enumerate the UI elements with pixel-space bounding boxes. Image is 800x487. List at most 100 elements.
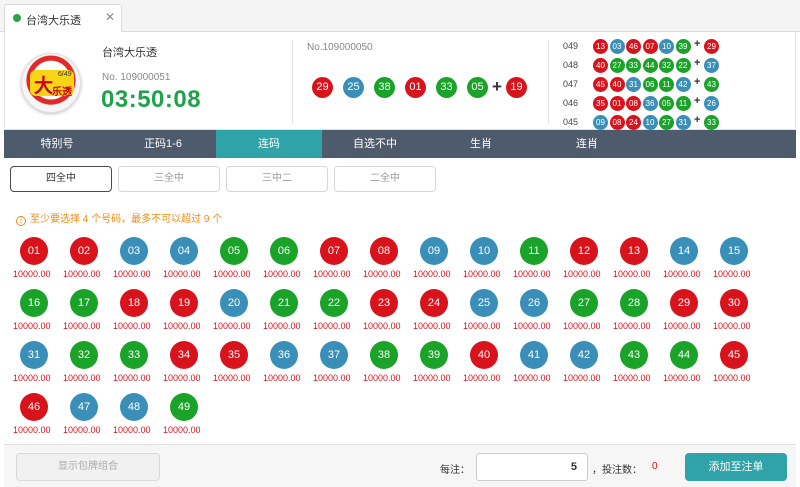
nav-tab[interactable]: 生肖 [428, 130, 534, 158]
number-ball[interactable]: 46 [20, 393, 48, 421]
number-ball[interactable]: 32 [70, 341, 98, 369]
number-cell[interactable]: 07 10000.00 [311, 237, 359, 285]
number-cell[interactable]: 38 10000.00 [361, 341, 409, 389]
sub-tab[interactable]: 四全中 [10, 166, 112, 192]
number-ball[interactable]: 26 [520, 289, 548, 317]
number-cell[interactable]: 03 10000.00 [111, 237, 159, 285]
number-ball[interactable]: 36 [270, 341, 298, 369]
number-ball[interactable]: 42 [570, 341, 598, 369]
number-cell[interactable]: 26 10000.00 [511, 289, 559, 337]
number-cell[interactable]: 33 10000.00 [111, 341, 159, 389]
number-cell[interactable]: 18 10000.00 [111, 289, 159, 337]
number-ball[interactable]: 09 [420, 237, 448, 265]
sub-tab[interactable]: 二全中 [334, 166, 436, 192]
number-ball[interactable]: 19 [170, 289, 198, 317]
number-ball[interactable]: 48 [120, 393, 148, 421]
number-cell[interactable]: 39 10000.00 [411, 341, 459, 389]
number-cell[interactable]: 31 10000.00 [11, 341, 59, 389]
number-ball[interactable]: 15 [720, 237, 748, 265]
number-cell[interactable]: 34 10000.00 [161, 341, 209, 389]
number-cell[interactable]: 48 10000.00 [111, 393, 159, 441]
number-ball[interactable]: 13 [620, 237, 648, 265]
number-ball[interactable]: 45 [720, 341, 748, 369]
number-ball[interactable]: 30 [720, 289, 748, 317]
number-ball[interactable]: 35 [220, 341, 248, 369]
number-cell[interactable]: 43 10000.00 [611, 341, 659, 389]
number-cell[interactable]: 01 10000.00 [11, 237, 59, 285]
nav-tab[interactable]: 特别号 [4, 130, 110, 158]
number-cell[interactable]: 19 10000.00 [161, 289, 209, 337]
number-cell[interactable]: 49 10000.00 [161, 393, 209, 441]
number-ball[interactable]: 21 [270, 289, 298, 317]
number-cell[interactable]: 24 10000.00 [411, 289, 459, 337]
number-cell[interactable]: 41 10000.00 [511, 341, 559, 389]
number-ball[interactable]: 27 [570, 289, 598, 317]
number-cell[interactable]: 47 10000.00 [61, 393, 109, 441]
number-cell[interactable]: 12 10000.00 [561, 237, 609, 285]
number-cell[interactable]: 22 10000.00 [311, 289, 359, 337]
number-ball[interactable]: 17 [70, 289, 98, 317]
number-cell[interactable]: 25 10000.00 [461, 289, 509, 337]
sub-tab[interactable]: 三中二 [226, 166, 328, 192]
number-ball[interactable]: 05 [220, 237, 248, 265]
number-ball[interactable]: 40 [470, 341, 498, 369]
number-cell[interactable]: 08 10000.00 [361, 237, 409, 285]
number-ball[interactable]: 12 [570, 237, 598, 265]
number-ball[interactable]: 22 [320, 289, 348, 317]
number-cell[interactable]: 10 10000.00 [461, 237, 509, 285]
number-cell[interactable]: 44 10000.00 [661, 341, 709, 389]
number-cell[interactable]: 32 10000.00 [61, 341, 109, 389]
number-cell[interactable]: 28 10000.00 [611, 289, 659, 337]
number-cell[interactable]: 46 10000.00 [11, 393, 59, 441]
number-cell[interactable]: 02 10000.00 [61, 237, 109, 285]
lottery-tab[interactable]: 台湾大乐透 ✕ [4, 4, 122, 33]
number-cell[interactable]: 04 10000.00 [161, 237, 209, 285]
nav-tab[interactable]: 正码1-6 [110, 130, 216, 158]
bet-amount-input[interactable]: 5 [476, 453, 588, 481]
number-cell[interactable]: 37 10000.00 [311, 341, 359, 389]
number-ball[interactable]: 10 [470, 237, 498, 265]
number-ball[interactable]: 20 [220, 289, 248, 317]
number-cell[interactable]: 23 10000.00 [361, 289, 409, 337]
sub-tab[interactable]: 三全中 [118, 166, 220, 192]
number-ball[interactable]: 16 [20, 289, 48, 317]
number-cell[interactable]: 09 10000.00 [411, 237, 459, 285]
number-cell[interactable]: 30 10000.00 [711, 289, 759, 337]
nav-tab[interactable]: 自选不中 [322, 130, 428, 158]
number-ball[interactable]: 02 [70, 237, 98, 265]
number-ball[interactable]: 14 [670, 237, 698, 265]
show-combo-button[interactable]: 显示包牌组合 [16, 453, 160, 481]
number-cell[interactable]: 35 10000.00 [211, 341, 259, 389]
number-ball[interactable]: 38 [370, 341, 398, 369]
number-ball[interactable]: 37 [320, 341, 348, 369]
number-cell[interactable]: 14 10000.00 [661, 237, 709, 285]
number-ball[interactable]: 31 [20, 341, 48, 369]
number-cell[interactable]: 13 10000.00 [611, 237, 659, 285]
number-ball[interactable]: 08 [370, 237, 398, 265]
number-cell[interactable]: 05 10000.00 [211, 237, 259, 285]
number-cell[interactable]: 36 10000.00 [261, 341, 309, 389]
number-ball[interactable]: 25 [470, 289, 498, 317]
number-ball[interactable]: 06 [270, 237, 298, 265]
close-icon[interactable]: ✕ [105, 10, 115, 24]
number-cell[interactable]: 20 10000.00 [211, 289, 259, 337]
number-ball[interactable]: 33 [120, 341, 148, 369]
nav-tab[interactable]: 连肖 [534, 130, 640, 158]
number-ball[interactable]: 28 [620, 289, 648, 317]
number-ball[interactable]: 49 [170, 393, 198, 421]
number-ball[interactable]: 01 [20, 237, 48, 265]
number-ball[interactable]: 03 [120, 237, 148, 265]
number-ball[interactable]: 44 [670, 341, 698, 369]
number-ball[interactable]: 43 [620, 341, 648, 369]
add-to-slip-button[interactable]: 添加至注单 [685, 453, 787, 481]
number-ball[interactable]: 18 [120, 289, 148, 317]
number-cell[interactable]: 17 10000.00 [61, 289, 109, 337]
number-ball[interactable]: 29 [670, 289, 698, 317]
number-cell[interactable]: 15 10000.00 [711, 237, 759, 285]
number-ball[interactable]: 11 [520, 237, 548, 265]
number-cell[interactable]: 21 10000.00 [261, 289, 309, 337]
number-cell[interactable]: 11 10000.00 [511, 237, 559, 285]
number-cell[interactable]: 16 10000.00 [11, 289, 59, 337]
number-ball[interactable]: 07 [320, 237, 348, 265]
number-ball[interactable]: 34 [170, 341, 198, 369]
